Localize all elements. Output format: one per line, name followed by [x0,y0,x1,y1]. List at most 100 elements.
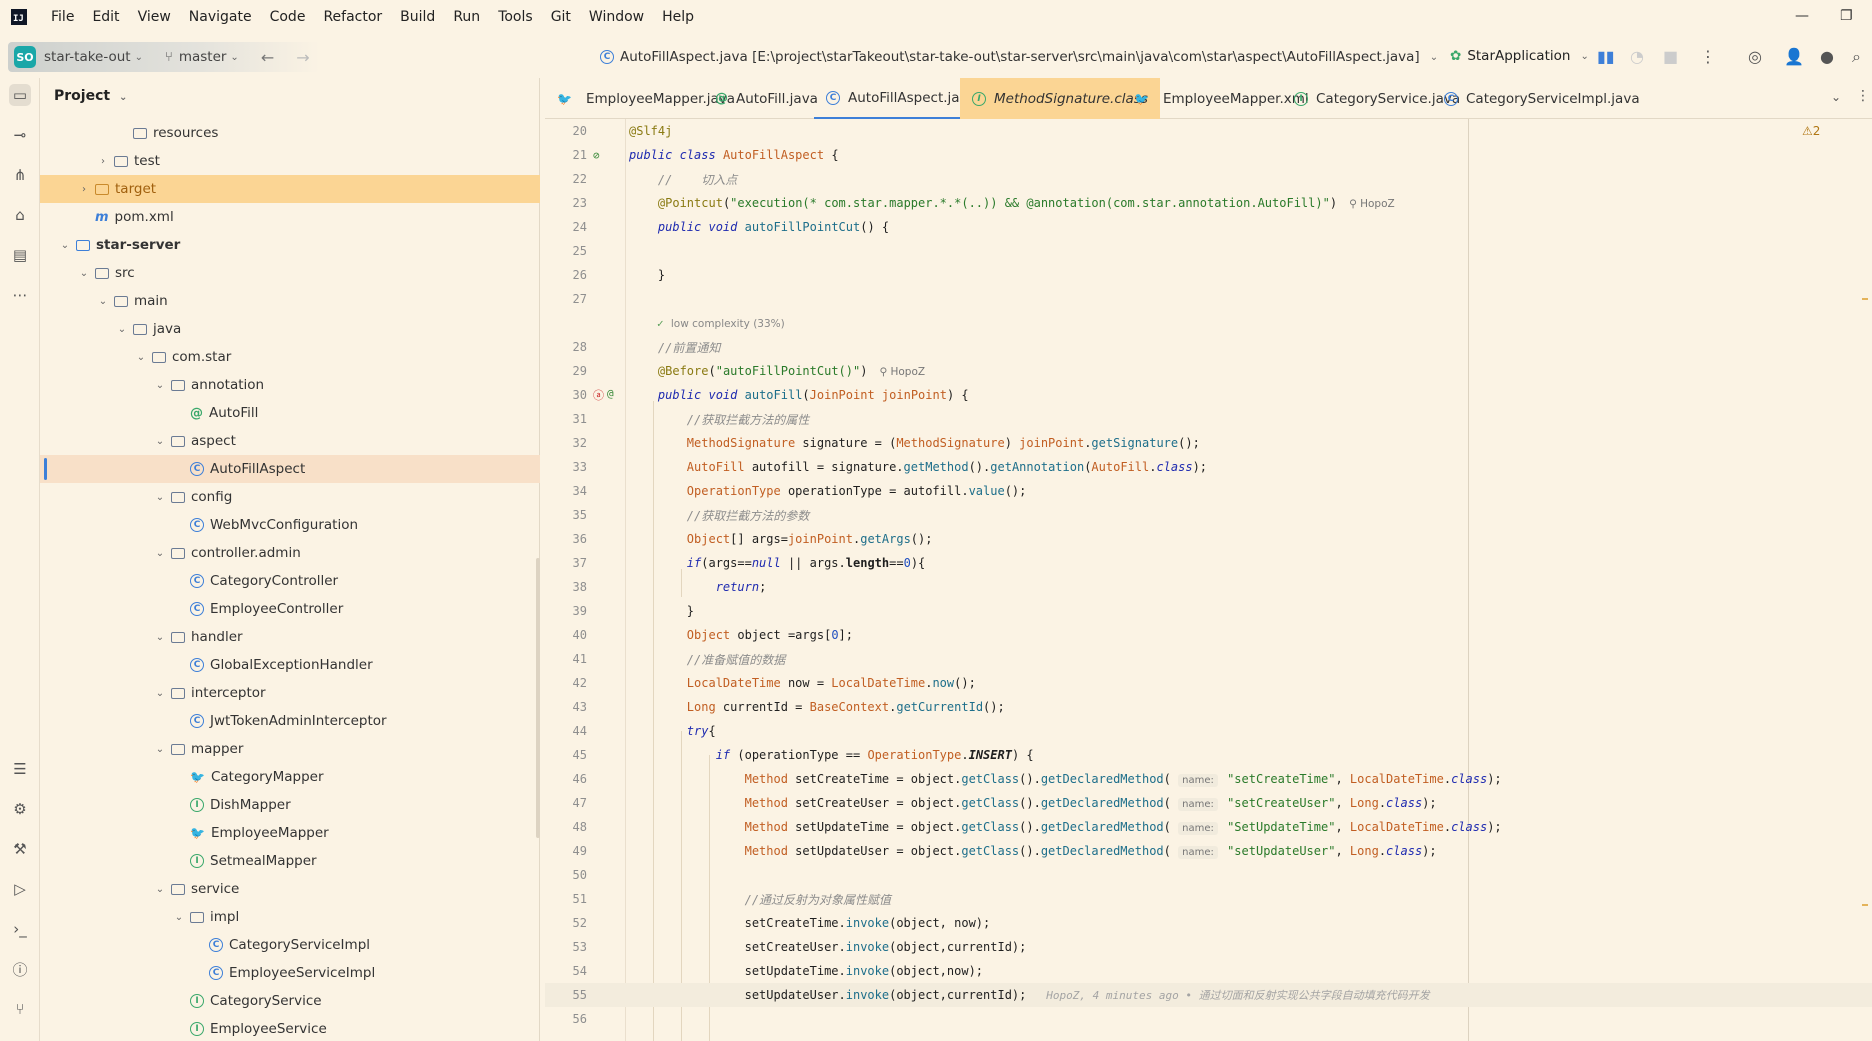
git-blame-annotation[interactable]: HopoZ, 4 minutes ago • 通过切面和反射实现公共字段自动填充… [1026,989,1429,1002]
commit-icon[interactable]: ⊸ [9,124,31,146]
minimize-button[interactable]: — [1795,8,1809,24]
expand-arrow-icon[interactable]: ⌄ [77,268,91,279]
code-line[interactable]: 27 [545,287,1872,311]
menu-tools[interactable]: Tools [498,9,533,25]
line-number[interactable]: 56 [545,1012,587,1026]
expand-arrow-icon[interactable]: ⌄ [153,884,167,895]
expand-arrow-icon[interactable]: ⌄ [115,324,129,335]
method-ref-icon[interactable]: @ [607,387,614,403]
menu-navigate[interactable]: Navigate [189,9,252,25]
line-number[interactable]: 24 [545,220,587,234]
author-hint[interactable]: ⚲ HopoZ [879,366,925,378]
tree-item[interactable]: C JwtTokenAdminInterceptor [40,707,540,735]
back-button[interactable]: ← [261,48,274,67]
code-line[interactable]: 33 AutoFill autofill = signature.getMeth… [545,455,1872,479]
line-number[interactable]: 23 [545,196,587,210]
line-number[interactable]: 46 [545,772,587,786]
code-line[interactable]: 21 ⊘ public class AutoFillAspect { [545,143,1872,167]
expand-arrow-icon[interactable]: ⌄ [153,492,167,503]
line-number[interactable]: 52 [545,916,587,930]
line-number[interactable]: 37 [545,556,587,570]
tree-item[interactable]: ⌄ aspect [40,427,540,455]
tree-item[interactable]: ⌄ main [40,287,540,315]
forward-button[interactable]: → [296,48,309,67]
tab-categoryserviceimpl-java[interactable]: C CategoryServiceImpl.java [1432,78,1652,119]
line-number[interactable]: 51 [545,892,587,906]
restore-button[interactable]: ❐ [1840,8,1853,24]
tree-item[interactable]: m pom.xml [40,203,540,231]
tree-item[interactable]: ⌄ star-server [40,231,540,259]
code-line[interactable]: 51 //通过反射为对象属性赋值 [545,887,1872,911]
line-number[interactable]: 29 [545,364,587,378]
code-line[interactable]: 49 Method setUpdateUser = object.getClas… [545,839,1872,863]
line-number[interactable]: 28 [545,340,587,354]
menu-help[interactable]: Help [662,9,694,25]
code-line[interactable]: 34 OperationType operationType = autofil… [545,479,1872,503]
stop-icon[interactable]: ■ [1663,47,1678,66]
line-number[interactable]: 38 [545,580,587,594]
terminal-icon[interactable]: ›_ [9,918,31,940]
line-number[interactable]: 55 [545,988,587,1002]
tree-item[interactable]: I SetmealMapper [40,847,540,875]
spring-bean-icon[interactable]: ⊘ [593,149,600,162]
code-line[interactable]: 56 [545,1007,1872,1031]
expand-arrow-icon[interactable]: › [96,156,110,167]
tree-item[interactable]: ⌄ service [40,875,540,903]
code-line[interactable]: 46 Method setCreateTime = object.getClas… [545,767,1872,791]
code-line[interactable]: 30 ⓐ @ public void autoFill(JoinPoint join… [545,383,1872,407]
project-folder-icon[interactable]: ▭ [9,84,31,106]
problems-icon[interactable]: ⓘ [9,958,31,980]
line-number[interactable]: 40 [545,628,587,642]
code-line[interactable]: 41 //准备赋值的数据 [545,647,1872,671]
profile-icon[interactable]: ◔ [1630,47,1644,66]
advice-icon[interactable]: ⓐ [593,387,604,403]
code-line[interactable]: 44 try{ [545,719,1872,743]
tree-item[interactable]: ⌄ impl [40,903,540,931]
tab-autofill-java[interactable]: @ AutoFill.java [703,78,830,119]
menu-view[interactable]: View [138,9,171,25]
tree-item[interactable]: › target [40,175,540,203]
line-number[interactable]: 30 [545,388,587,402]
tree-item[interactable]: I CategoryService [40,987,540,1015]
tree-item[interactable]: ⌄ controller.admin [40,539,540,567]
code-line[interactable]: 47 Method setCreateUser = object.getClas… [545,791,1872,815]
pull-requests-icon[interactable]: ⋔ [9,164,31,186]
learn-icon[interactable]: ⌂ [9,204,31,226]
code-line[interactable]: 53 setCreateUser.invoke(object,currentId… [545,935,1872,959]
code-line[interactable]: 22 // 切入点 [545,167,1872,191]
build-icon[interactable]: ⚒ [9,838,31,860]
menu-file[interactable]: File [51,9,74,25]
code-line[interactable]: 20 @Slf4j [545,119,1872,143]
expand-arrow-icon[interactable]: ⌄ [153,744,167,755]
add-user-icon[interactable]: 👤 [1784,47,1804,66]
code-line[interactable]: 25 [545,239,1872,263]
code-line[interactable]: 26 } [545,263,1872,287]
tree-item[interactable]: resources [40,119,540,147]
code-line[interactable]: 29 @Before("autoFillPointCut()") ⚲ HopoZ [545,359,1872,383]
code-line[interactable]: 42 LocalDateTime now = LocalDateTime.now… [545,671,1872,695]
code-line[interactable]: 45 if (operationType == OperationType.IN… [545,743,1872,767]
line-number[interactable]: 39 [545,604,587,618]
tree-item[interactable]: 🐦 CategoryMapper [40,763,540,791]
tree-item[interactable]: C EmployeeServiceImpl [40,959,540,987]
code-line[interactable]: 24 public void autoFillPointCut() { [545,215,1872,239]
tree-item[interactable]: C AutoFillAspect [40,455,540,483]
line-number[interactable]: 20 [545,124,587,138]
intellij-logo-icon[interactable]: IJ [11,9,27,25]
line-number[interactable]: 44 [545,724,587,738]
line-number[interactable]: 43 [545,700,587,714]
run-config-selector[interactable]: ✿ StarApplication ⌄ [1450,48,1589,64]
code-line[interactable]: 32 MethodSignature signature = (MethodSi… [545,431,1872,455]
debug-icon[interactable]: ▮▮ [1597,47,1615,66]
menu-refactor[interactable]: Refactor [323,9,382,25]
expand-arrow-icon[interactable]: ⌄ [153,688,167,699]
tree-item[interactable]: C CategoryServiceImpl [40,931,540,959]
line-number[interactable]: 34 [545,484,587,498]
expand-arrow-icon[interactable]: ⌄ [58,240,72,251]
expand-arrow-icon[interactable]: ⌄ [153,436,167,447]
gutter[interactable]: ⓐ @ [587,387,625,403]
line-number[interactable]: 45 [545,748,587,762]
tree-item[interactable]: ⌄ mapper [40,735,540,763]
code-line[interactable]: 48 Method setUpdateTime = object.getClas… [545,815,1872,839]
line-number[interactable]: 31 [545,412,587,426]
